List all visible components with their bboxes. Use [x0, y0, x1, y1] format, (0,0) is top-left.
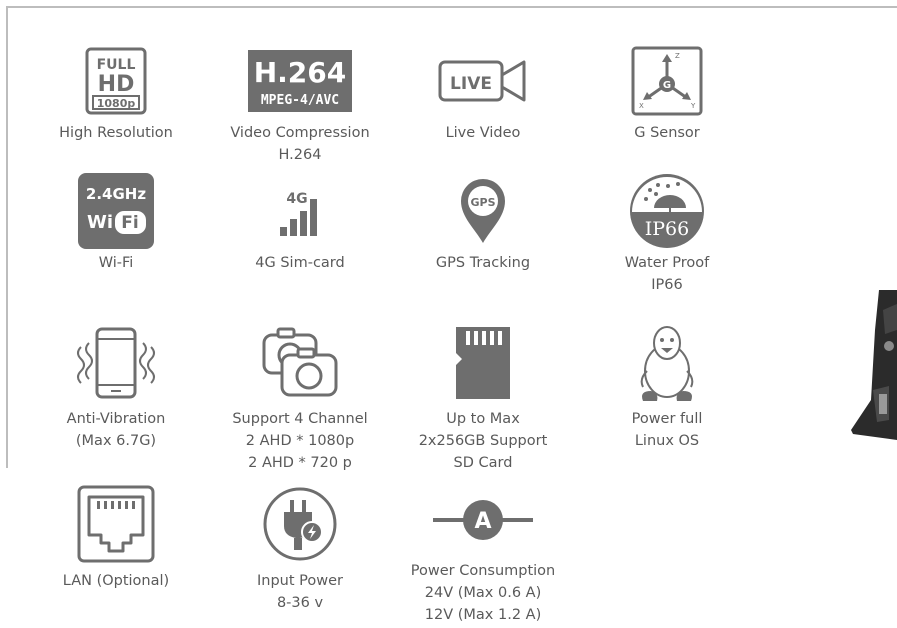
feature-label: (Max 6.7G) [75, 433, 157, 449]
4g-signal-icon: 4G [210, 170, 390, 252]
linux-penguin-icon [577, 318, 757, 408]
feature-power-consumption: A Power Consumption 24V (Max 0.6 A) 12V … [393, 480, 573, 626]
feature-label: 2 AHD * 720 p [248, 455, 352, 471]
feature-label: 24V (Max 0.6 A) [424, 585, 542, 601]
feature-label: High Resolution [59, 125, 173, 141]
feature-linux-os: Power full Linux OS [577, 318, 757, 452]
gps-pin-icon: GPS [393, 170, 573, 252]
g-sensor-icon: G Z X Y [577, 40, 757, 122]
axis-x-label: X [639, 102, 644, 110]
badge-1080p: 1080p [97, 97, 136, 110]
axis-z-label: Z [675, 52, 680, 60]
feature-label: Power full [631, 411, 703, 427]
ip66-umbrella-icon: IP66 [577, 170, 757, 252]
feature-label: G Sensor [634, 125, 700, 141]
feature-label: IP66 [651, 277, 683, 293]
feature-label: Up to Max [446, 411, 520, 427]
frame-top-border [6, 6, 897, 8]
badge-24ghz: 2.4GHz [86, 185, 146, 203]
feature-label: Support 4 Channel [232, 411, 368, 427]
badge-ip66: IP66 [645, 218, 689, 240]
feature-label: 2 AHD * 1080p [245, 433, 355, 449]
badge-mpeg: MPEG-4/AVC [261, 93, 339, 108]
wifi-icon: 2.4GHz Wi Fi [26, 170, 206, 252]
feature-label: SD Card [453, 455, 513, 471]
sd-card-icon [393, 318, 573, 408]
badge-wi: Wi [87, 212, 113, 233]
badge-4g: 4G [286, 191, 307, 207]
feature-label: Video Compression [230, 125, 370, 141]
feature-g-sensor: G Z X Y G Sensor [577, 40, 757, 144]
feature-lan: LAN (Optional) [26, 480, 206, 592]
badge-full: FULL [97, 57, 136, 73]
badge-hd: HD [98, 72, 135, 97]
live-video-icon: LIVE [393, 40, 573, 122]
feature-label: Linux OS [634, 433, 700, 449]
feature-label: 8-36 v [276, 595, 324, 611]
vibrating-phone-icon [26, 318, 206, 408]
cameras-icon [210, 318, 390, 408]
badge-gps: GPS [470, 196, 495, 209]
feature-high-resolution: FULL HD 1080p High Resolution [26, 40, 206, 144]
badge-g: G [663, 80, 671, 91]
badge-h264: H.264 [254, 56, 347, 89]
feature-label: Water Proof [624, 255, 710, 271]
badge-live: LIVE [450, 74, 492, 94]
power-plug-icon [210, 480, 390, 568]
feature-label: Anti-Vibration [66, 411, 166, 427]
feature-label: LAN (Optional) [62, 573, 170, 589]
badge-fi: Fi [121, 213, 138, 233]
device-image [849, 290, 897, 440]
feature-label: Power Consumption [410, 563, 556, 579]
lan-port-icon [26, 480, 206, 568]
badge-a: A [474, 509, 491, 534]
feature-label: Input Power [257, 573, 343, 589]
feature-input-power: Input Power 8-36 v [210, 480, 390, 614]
feature-4-channel: Support 4 Channel 2 AHD * 1080p 2 AHD * … [210, 318, 390, 474]
feature-anti-vibration: Anti-Vibration (Max 6.7G) [26, 318, 206, 452]
ammeter-icon: A [393, 480, 573, 560]
full-hd-icon: FULL HD 1080p [26, 40, 206, 122]
frame-left-border [6, 6, 8, 468]
feature-water-proof: IP66 Water Proof IP66 [577, 170, 757, 296]
feature-label: 4G Sim-card [255, 255, 345, 271]
feature-label: 12V (Max 1.2 A) [424, 607, 542, 623]
h264-icon: H.264 MPEG-4/AVC [210, 40, 390, 122]
feature-label: GPS Tracking [435, 255, 531, 271]
feature-sd-card: Up to Max 2x256GB Support SD Card [393, 318, 573, 474]
axis-y-label: Y [690, 102, 696, 110]
feature-label: H.264 [278, 147, 322, 163]
feature-wifi: 2.4GHz Wi Fi Wi-Fi [26, 170, 206, 274]
feature-live-video: LIVE Live Video [393, 40, 573, 144]
feature-4g-simcard: 4G 4G Sim-card [210, 170, 390, 274]
feature-label: 2x256GB Support [418, 433, 548, 449]
feature-label: Wi-Fi [98, 255, 134, 271]
feature-gps-tracking: GPS GPS Tracking [393, 170, 573, 274]
feature-label: Live Video [445, 125, 521, 141]
feature-video-compression: H.264 MPEG-4/AVC Video Compression H.264 [210, 40, 390, 166]
